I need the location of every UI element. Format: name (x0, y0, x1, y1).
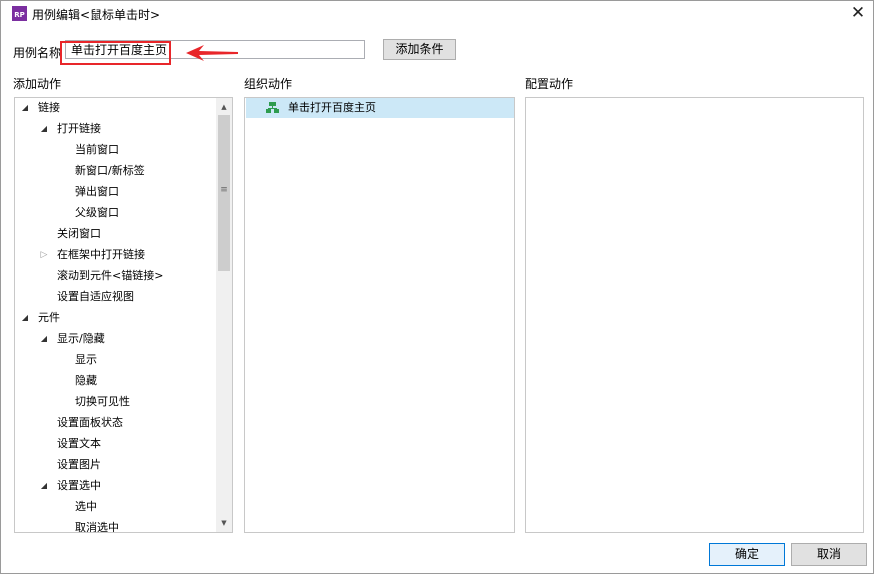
tree-item-label: 显示 (75, 353, 97, 366)
tree-item-label: 关闭窗口 (57, 227, 101, 240)
organize-action-label: 组织动作 (244, 77, 293, 91)
dialog-title: 用例编辑<鼠标单击时> (32, 8, 161, 22)
tree-item-label: 设置自适应视图 (57, 290, 134, 303)
scroll-down-icon[interactable]: ▼ (216, 515, 232, 531)
scroll-up-icon[interactable]: ▲ (216, 99, 232, 115)
case-name-label: 用例名称 (13, 46, 62, 60)
tree-item[interactable]: ◢ 元件 (15, 308, 215, 328)
tree-item-label: 设置文本 (57, 437, 101, 450)
case-editor-dialog: RP 用例编辑<鼠标单击时> ✕ 用例名称 添加条件 添加动作 组织动作 配置动… (0, 0, 874, 574)
tree-item[interactable]: 滚动到元件<锚链接> (15, 266, 215, 286)
cancel-button[interactable]: 取消 (791, 543, 867, 566)
expanded-toggle-icon[interactable]: ◢ (20, 98, 30, 118)
tree-item-label: 当前窗口 (75, 143, 119, 156)
tree-item[interactable]: 设置自适应视图 (15, 287, 215, 307)
tree-item-label: 设置面板状态 (57, 416, 123, 429)
add-action-label: 添加动作 (13, 77, 62, 91)
tree-item-label: 切换可见性 (75, 395, 130, 408)
tree-item-label: 隐藏 (75, 374, 97, 387)
tree-item[interactable]: 当前窗口 (15, 140, 215, 160)
tree-item-label: 显示/隐藏 (57, 332, 105, 345)
expanded-toggle-icon[interactable]: ◢ (39, 119, 49, 139)
case-flow-icon (266, 102, 279, 113)
tree-item[interactable]: 新窗口/新标签 (15, 161, 215, 181)
tree-item[interactable]: 取消选中 (15, 518, 215, 533)
annotation-arrow-icon (186, 45, 238, 61)
tree-item-label: 父级窗口 (75, 206, 119, 219)
collapsed-toggle-icon[interactable]: ▷ (39, 245, 49, 265)
case-row[interactable]: 单击打开百度主页 (246, 98, 514, 118)
add-action-tree[interactable]: ▲ ≡ ▼ ◢ 链接 ◢ 打开链接当前窗口新窗口/新标签 弹出窗口父级窗口关闭窗口 ▷ 在框… (14, 97, 233, 533)
tree-item-label: 在框架中打开链接 (57, 248, 145, 261)
axure-rp-app-icon: RP (12, 6, 27, 21)
tree-item[interactable]: 弹出窗口 (15, 182, 215, 202)
tree-item[interactable]: 显示 (15, 350, 215, 370)
expanded-toggle-icon[interactable]: ◢ (39, 476, 49, 496)
scroll-thumb[interactable]: ≡ (218, 115, 230, 271)
tree-item-label: 新窗口/新标签 (75, 164, 145, 177)
case-row-label: 单击打开百度主页 (288, 101, 376, 114)
tree-item[interactable]: ◢ 设置选中 (15, 476, 215, 496)
tree-item[interactable]: 父级窗口 (15, 203, 215, 223)
organize-action-panel[interactable]: 单击打开百度主页 (244, 97, 515, 533)
configure-action-label: 配置动作 (525, 77, 574, 91)
close-button[interactable]: ✕ (847, 3, 869, 23)
tree-item[interactable]: 选中 (15, 497, 215, 517)
tree-item[interactable]: ◢ 打开链接 (15, 119, 215, 139)
tree-item[interactable]: ▷ 在框架中打开链接 (15, 245, 215, 265)
tree-item[interactable]: 设置文本 (15, 434, 215, 454)
tree-item[interactable]: 隐藏 (15, 371, 215, 391)
tree-item[interactable]: 关闭窗口 (15, 224, 215, 244)
tree-item-label: 取消选中 (75, 521, 119, 533)
tree-item-label: 打开链接 (57, 122, 101, 135)
tree-item[interactable]: ◢ 链接 (15, 98, 215, 118)
expanded-toggle-icon[interactable]: ◢ (20, 308, 30, 328)
tree-item-label: 元件 (38, 311, 60, 324)
tree-item[interactable]: 设置图片 (15, 455, 215, 475)
tree-item-label: 选中 (75, 500, 97, 513)
tree-item[interactable]: ◢ 显示/隐藏 (15, 329, 215, 349)
tree-item-label: 设置图片 (57, 458, 101, 471)
grip-icon: ≡ (220, 185, 228, 195)
expanded-toggle-icon[interactable]: ◢ (39, 329, 49, 349)
ok-button[interactable]: 确定 (709, 543, 785, 566)
add-condition-button[interactable]: 添加条件 (383, 39, 456, 60)
tree-item[interactable]: 设置面板状态 (15, 413, 215, 433)
tree-item[interactable]: 切换可见性 (15, 392, 215, 412)
tree-scrollbar[interactable]: ▲ ≡ ▼ (216, 98, 232, 532)
tree-item-label: 设置选中 (57, 479, 101, 492)
title-bar: RP 用例编辑<鼠标单击时> ✕ (1, 1, 873, 27)
tree-item-label: 弹出窗口 (75, 185, 119, 198)
tree-item-label: 滚动到元件<锚链接> (57, 269, 164, 282)
tree-item-label: 链接 (38, 101, 60, 114)
configure-action-panel[interactable] (525, 97, 864, 533)
